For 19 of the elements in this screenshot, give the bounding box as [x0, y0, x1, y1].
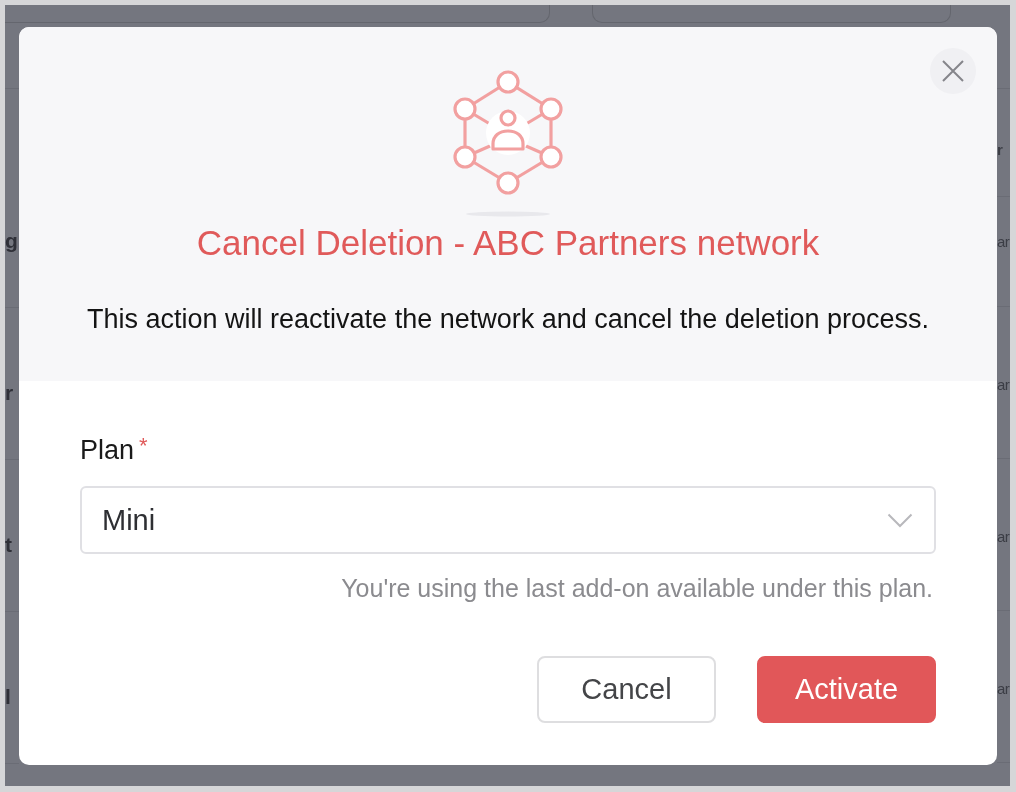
background-text: t: [5, 532, 12, 558]
background-text: r: [5, 380, 14, 406]
background-header-text: r: [997, 140, 1003, 160]
dialog-description: This action will reactivate the network and cancel the deletion process.: [87, 303, 929, 335]
dialog-title: Cancel Deletion - ABC Partners network: [196, 223, 820, 263]
background-text: l: [5, 684, 11, 710]
close-icon: [942, 60, 964, 82]
field-hint: You're using the last add-on available under this plan.: [341, 573, 934, 603]
cancel-button[interactable]: Cancel: [537, 656, 716, 723]
background-text: g: [5, 228, 18, 254]
background-text: ar: [997, 232, 1010, 252]
chevron-down-icon: [887, 512, 913, 528]
field-label: Plan: [80, 434, 135, 467]
required-mark: *: [139, 433, 148, 459]
activate-button[interactable]: Activate: [757, 656, 936, 723]
background-text: ar: [997, 375, 1010, 395]
background-text: ar: [997, 679, 1010, 699]
plan-select[interactable]: Mini: [80, 486, 936, 554]
background-text: ar: [997, 527, 1010, 547]
